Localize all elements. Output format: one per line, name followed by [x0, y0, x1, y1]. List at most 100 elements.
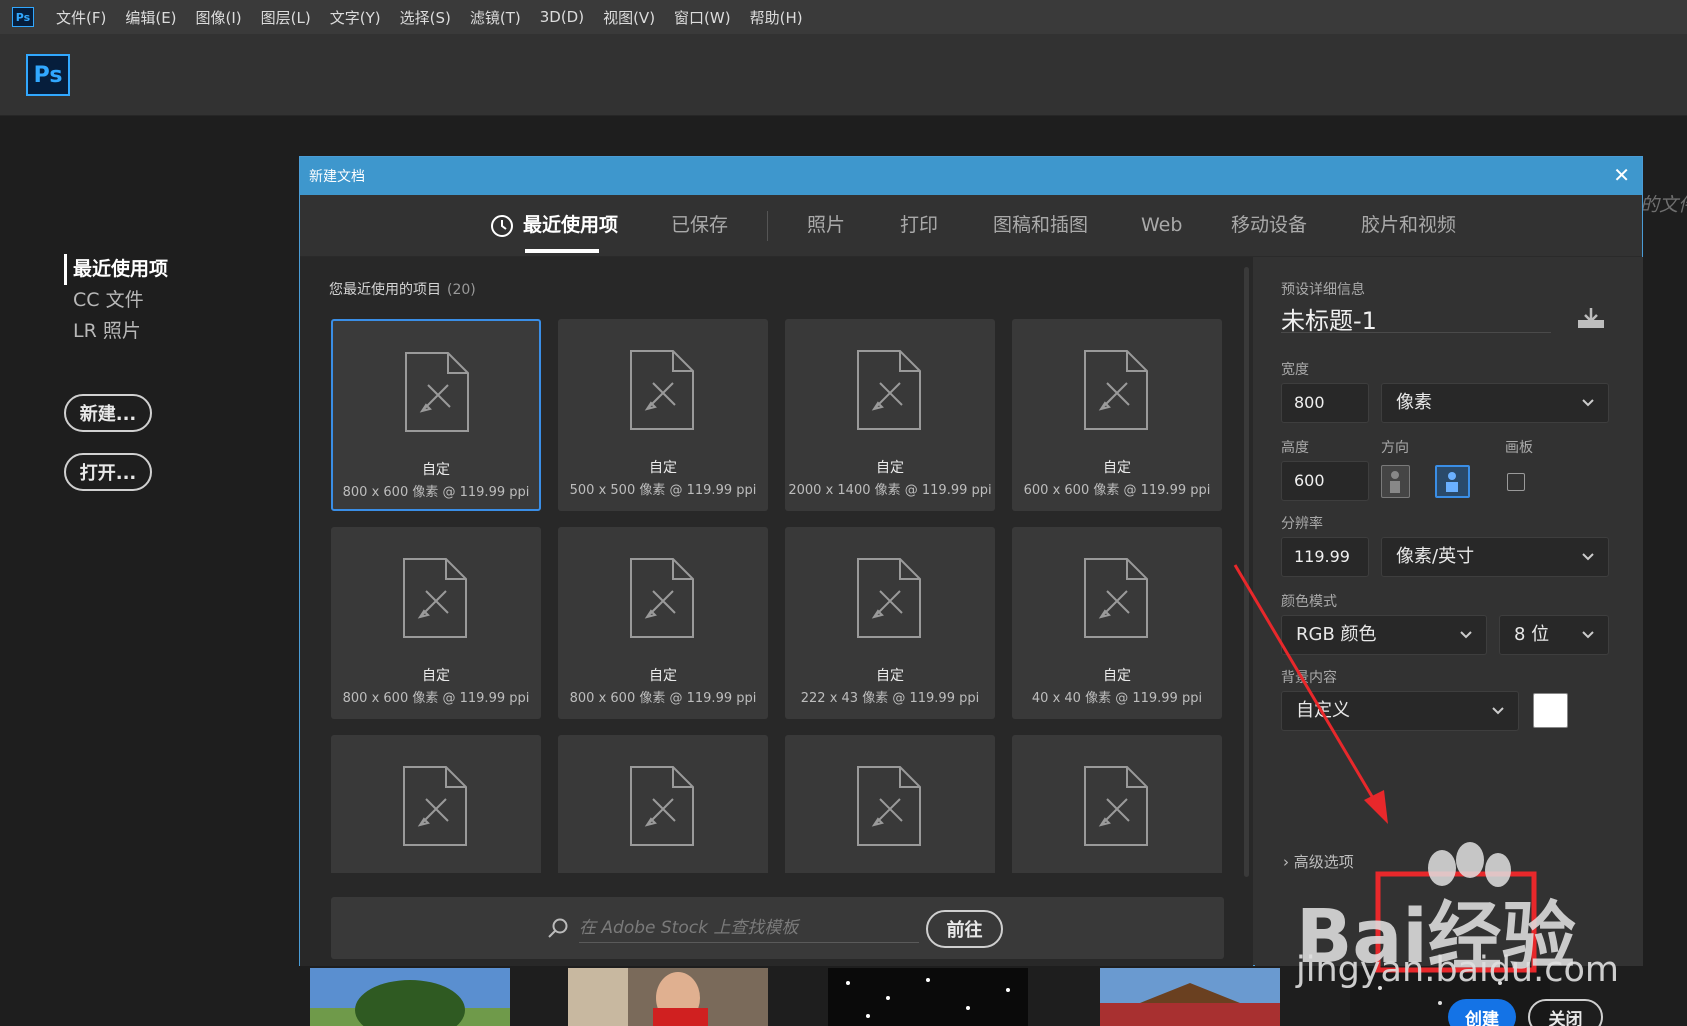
landscape-orientation-button[interactable]: [1435, 465, 1470, 498]
goto-button[interactable]: 前往: [926, 910, 1003, 948]
menu-edit[interactable]: 编辑(E): [125, 7, 176, 28]
open-button[interactable]: 打开...: [64, 453, 152, 491]
document-icon: [403, 766, 467, 846]
color-mode-value: RGB 颜色: [1296, 624, 1377, 645]
bit-depth-select[interactable]: 8 位: [1499, 615, 1609, 655]
orientation-label: 方向: [1381, 440, 1409, 456]
chevron-right-icon: ›: [1283, 853, 1289, 871]
preset-card[interactable]: [558, 735, 768, 873]
menu-layer[interactable]: 图层(L): [261, 7, 311, 28]
clock-icon: [491, 215, 513, 237]
document-icon: [630, 766, 694, 846]
menu-3d[interactable]: 3D(D): [540, 8, 584, 26]
recent-thumbnail-portrait[interactable]: [568, 968, 768, 1026]
save-preset-icon[interactable]: [1577, 307, 1605, 329]
chevron-down-icon: [1460, 631, 1472, 639]
preset-name: 自定: [422, 668, 450, 684]
document-icon: [1084, 350, 1148, 430]
background-color-swatch[interactable]: [1533, 693, 1568, 728]
preset-card[interactable]: 自定 600 x 600 像素 @ 119.99 ppi: [1012, 319, 1222, 511]
document-icon: [630, 558, 694, 638]
background-select[interactable]: 自定义: [1281, 691, 1519, 731]
menu-image[interactable]: 图像(I): [196, 7, 242, 28]
preset-card[interactable]: 自定 40 x 40 像素 @ 119.99 ppi: [1012, 527, 1222, 719]
recent-thumbnail-tree[interactable]: [310, 968, 510, 1026]
scrollbar[interactable]: [1244, 267, 1249, 877]
document-name-field[interactable]: 未标题-1: [1281, 301, 1551, 335]
preset-dimensions: 800 x 600 像素 @ 119.99 ppi: [342, 691, 530, 706]
menu-view[interactable]: 视图(V): [603, 7, 655, 28]
menu-type[interactable]: 文字(Y): [330, 7, 381, 28]
menu-window[interactable]: 窗口(W): [674, 7, 731, 28]
preset-dimensions: 500 x 500 像素 @ 119.99 ppi: [569, 483, 757, 498]
tab-mobile[interactable]: 移动设备: [1231, 195, 1307, 257]
bit-depth-value: 8 位: [1514, 624, 1550, 645]
preset-card[interactable]: 自定 222 x 43 像素 @ 119.99 ppi: [785, 527, 995, 719]
preset-dimensions: 40 x 40 像素 @ 119.99 ppi: [1031, 691, 1203, 706]
create-button[interactable]: 创建: [1448, 999, 1516, 1026]
tab-photo[interactable]: 照片: [807, 195, 845, 257]
height-input[interactable]: 600: [1281, 461, 1369, 501]
artboard-checkbox[interactable]: [1507, 473, 1525, 491]
preset-name: 自定: [876, 668, 904, 684]
preset-card[interactable]: [1012, 735, 1222, 873]
preset-dimensions: 600 x 600 像素 @ 119.99 ppi: [1023, 483, 1211, 498]
chevron-down-icon: [1492, 707, 1504, 715]
height-label: 高度: [1281, 440, 1309, 456]
recent-thumbnail-palace[interactable]: [1100, 968, 1280, 1026]
tab-film-video[interactable]: 胶片和视频: [1361, 195, 1456, 257]
menu-select[interactable]: 选择(S): [400, 7, 451, 28]
preset-name: 自定: [649, 460, 677, 476]
photoshop-mini-icon: Ps: [12, 7, 34, 27]
resolution-label: 分辨率: [1281, 516, 1323, 532]
resolution-unit-select[interactable]: 像素/英寸: [1381, 537, 1609, 577]
nav-recent[interactable]: 最近使用项: [64, 254, 168, 285]
nav-cc-files[interactable]: CC 文件: [64, 285, 168, 316]
chevron-down-icon: [1582, 399, 1594, 407]
preset-dimensions: 800 x 600 像素 @ 119.99 ppi: [342, 485, 530, 500]
advanced-options-toggle[interactable]: › 高级选项: [1283, 851, 1354, 872]
preset-dimensions: 2000 x 1400 像素 @ 119.99 ppi: [788, 483, 992, 498]
artboard-label: 画板: [1505, 440, 1533, 456]
width-unit-select[interactable]: 像素: [1381, 383, 1609, 423]
stock-search-input[interactable]: 在 Adobe Stock 上查找模板: [579, 913, 919, 943]
width-input[interactable]: 800: [1281, 383, 1369, 423]
photoshop-logo[interactable]: Ps: [26, 54, 70, 96]
preset-name: 自定: [649, 668, 677, 684]
color-mode-label: 颜色模式: [1281, 594, 1337, 610]
document-icon: [403, 558, 467, 638]
menu-filter[interactable]: 滤镜(T): [470, 7, 521, 28]
start-nav: 最近使用项 CC 文件 LR 照片: [64, 254, 168, 347]
advanced-options-label: 高级选项: [1293, 853, 1354, 871]
header-bar: Ps: [0, 34, 1687, 116]
preset-card[interactable]: 自定 800 x 600 像素 @ 119.99 ppi: [331, 319, 541, 511]
section-title: 您最近使用的项目 (20): [329, 282, 476, 298]
color-mode-select[interactable]: RGB 颜色: [1281, 615, 1487, 655]
menu-file[interactable]: 文件(F): [56, 7, 106, 28]
close-icon[interactable]: ✕: [1613, 163, 1630, 187]
resolution-input[interactable]: 119.99: [1281, 537, 1369, 577]
width-label: 宽度: [1281, 362, 1309, 378]
background-label: 背景内容: [1281, 670, 1337, 686]
preset-dimensions: 222 x 43 像素 @ 119.99 ppi: [800, 691, 980, 706]
preset-card[interactable]: 自定 500 x 500 像素 @ 119.99 ppi: [558, 319, 768, 511]
nav-lr-photos[interactable]: LR 照片: [64, 316, 168, 347]
portrait-orientation-button[interactable]: [1381, 465, 1410, 498]
recent-thumbnail-dark[interactable]: [828, 968, 1028, 1026]
tab-recent[interactable]: 最近使用项: [523, 195, 618, 257]
preset-card[interactable]: [331, 735, 541, 873]
preset-card[interactable]: 自定 2000 x 1400 像素 @ 119.99 ppi: [785, 319, 995, 511]
tab-divider: [767, 211, 768, 241]
preset-card[interactable]: [785, 735, 995, 873]
new-button[interactable]: 新建...: [64, 394, 152, 432]
tab-art-illustration[interactable]: 图稿和插图: [993, 195, 1088, 257]
preset-card[interactable]: 自定 800 x 600 像素 @ 119.99 ppi: [558, 527, 768, 719]
menu-help[interactable]: 帮助(H): [750, 7, 803, 28]
preset-name: 自定: [1103, 460, 1131, 476]
tab-saved[interactable]: 已保存: [671, 195, 728, 257]
close-button[interactable]: 关闭: [1528, 999, 1603, 1026]
dialog-title: 新建文档: [309, 169, 365, 185]
preset-card[interactable]: 自定 800 x 600 像素 @ 119.99 ppi: [331, 527, 541, 719]
tab-print[interactable]: 打印: [900, 195, 938, 257]
tab-web[interactable]: Web: [1141, 195, 1182, 257]
